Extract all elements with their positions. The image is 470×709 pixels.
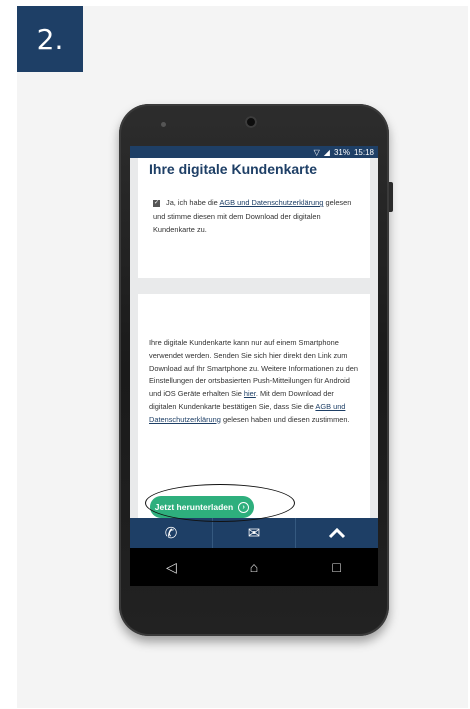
consent-prefix: Ja, ich habe die [166, 198, 218, 207]
wifi-icon: ▽ [313, 147, 320, 157]
highlight-ring [145, 484, 295, 522]
clock: 15:18 [353, 147, 374, 157]
consent-card: Ihre digitale Kundenkarte ✓ Ja, ich habe … [138, 158, 370, 278]
home-icon[interactable]: ⌂ [224, 559, 284, 575]
page-title: Ihre digitale Kundenkarte [149, 161, 318, 177]
power-button [389, 182, 393, 212]
signal-icon: ◢ [323, 147, 330, 157]
speaker-icon [161, 122, 166, 127]
phone-button[interactable]: ✆ [130, 518, 213, 548]
bottom-toolbar: ✆ ✉ [130, 518, 378, 548]
status-bar: ▽ ◢ 31% 15:18 [130, 146, 378, 158]
info-text-part3: gelesen haben und diesen zustimmen. [222, 414, 350, 424]
phone-icon: ✆ [164, 525, 178, 542]
mail-button[interactable]: ✉ [213, 518, 296, 548]
back-icon[interactable]: ◁ [141, 559, 201, 576]
consent-row: ✓ Ja, ich habe die AGB und Datenschutzerk… [153, 196, 358, 237]
phone-screen: ▽ ◢ 31% 15:18 Ihre digitale Kundenkarte … [130, 146, 378, 586]
consent-checkbox[interactable]: ✓ [153, 199, 160, 207]
camera-icon [245, 116, 257, 128]
chevron-up-icon [328, 527, 346, 539]
agb-link[interactable]: AGB und Datenschutzerklärung [219, 198, 323, 207]
recents-icon[interactable]: □ [307, 559, 367, 575]
step-badge: 2. [17, 6, 83, 72]
mail-icon: ✉ [247, 525, 261, 542]
info-text: Ihre digitale Kundenkarte kann nur auf e… [149, 337, 363, 427]
scroll-top-button[interactable] [296, 518, 378, 548]
battery-level: 31% [333, 147, 350, 157]
hier-link[interactable]: hier [244, 389, 256, 398]
android-nav-bar: ◁ ⌂ □ [130, 548, 378, 586]
phone-device: ▽ ◢ 31% 15:18 Ihre digitale Kundenkarte … [119, 104, 393, 636]
